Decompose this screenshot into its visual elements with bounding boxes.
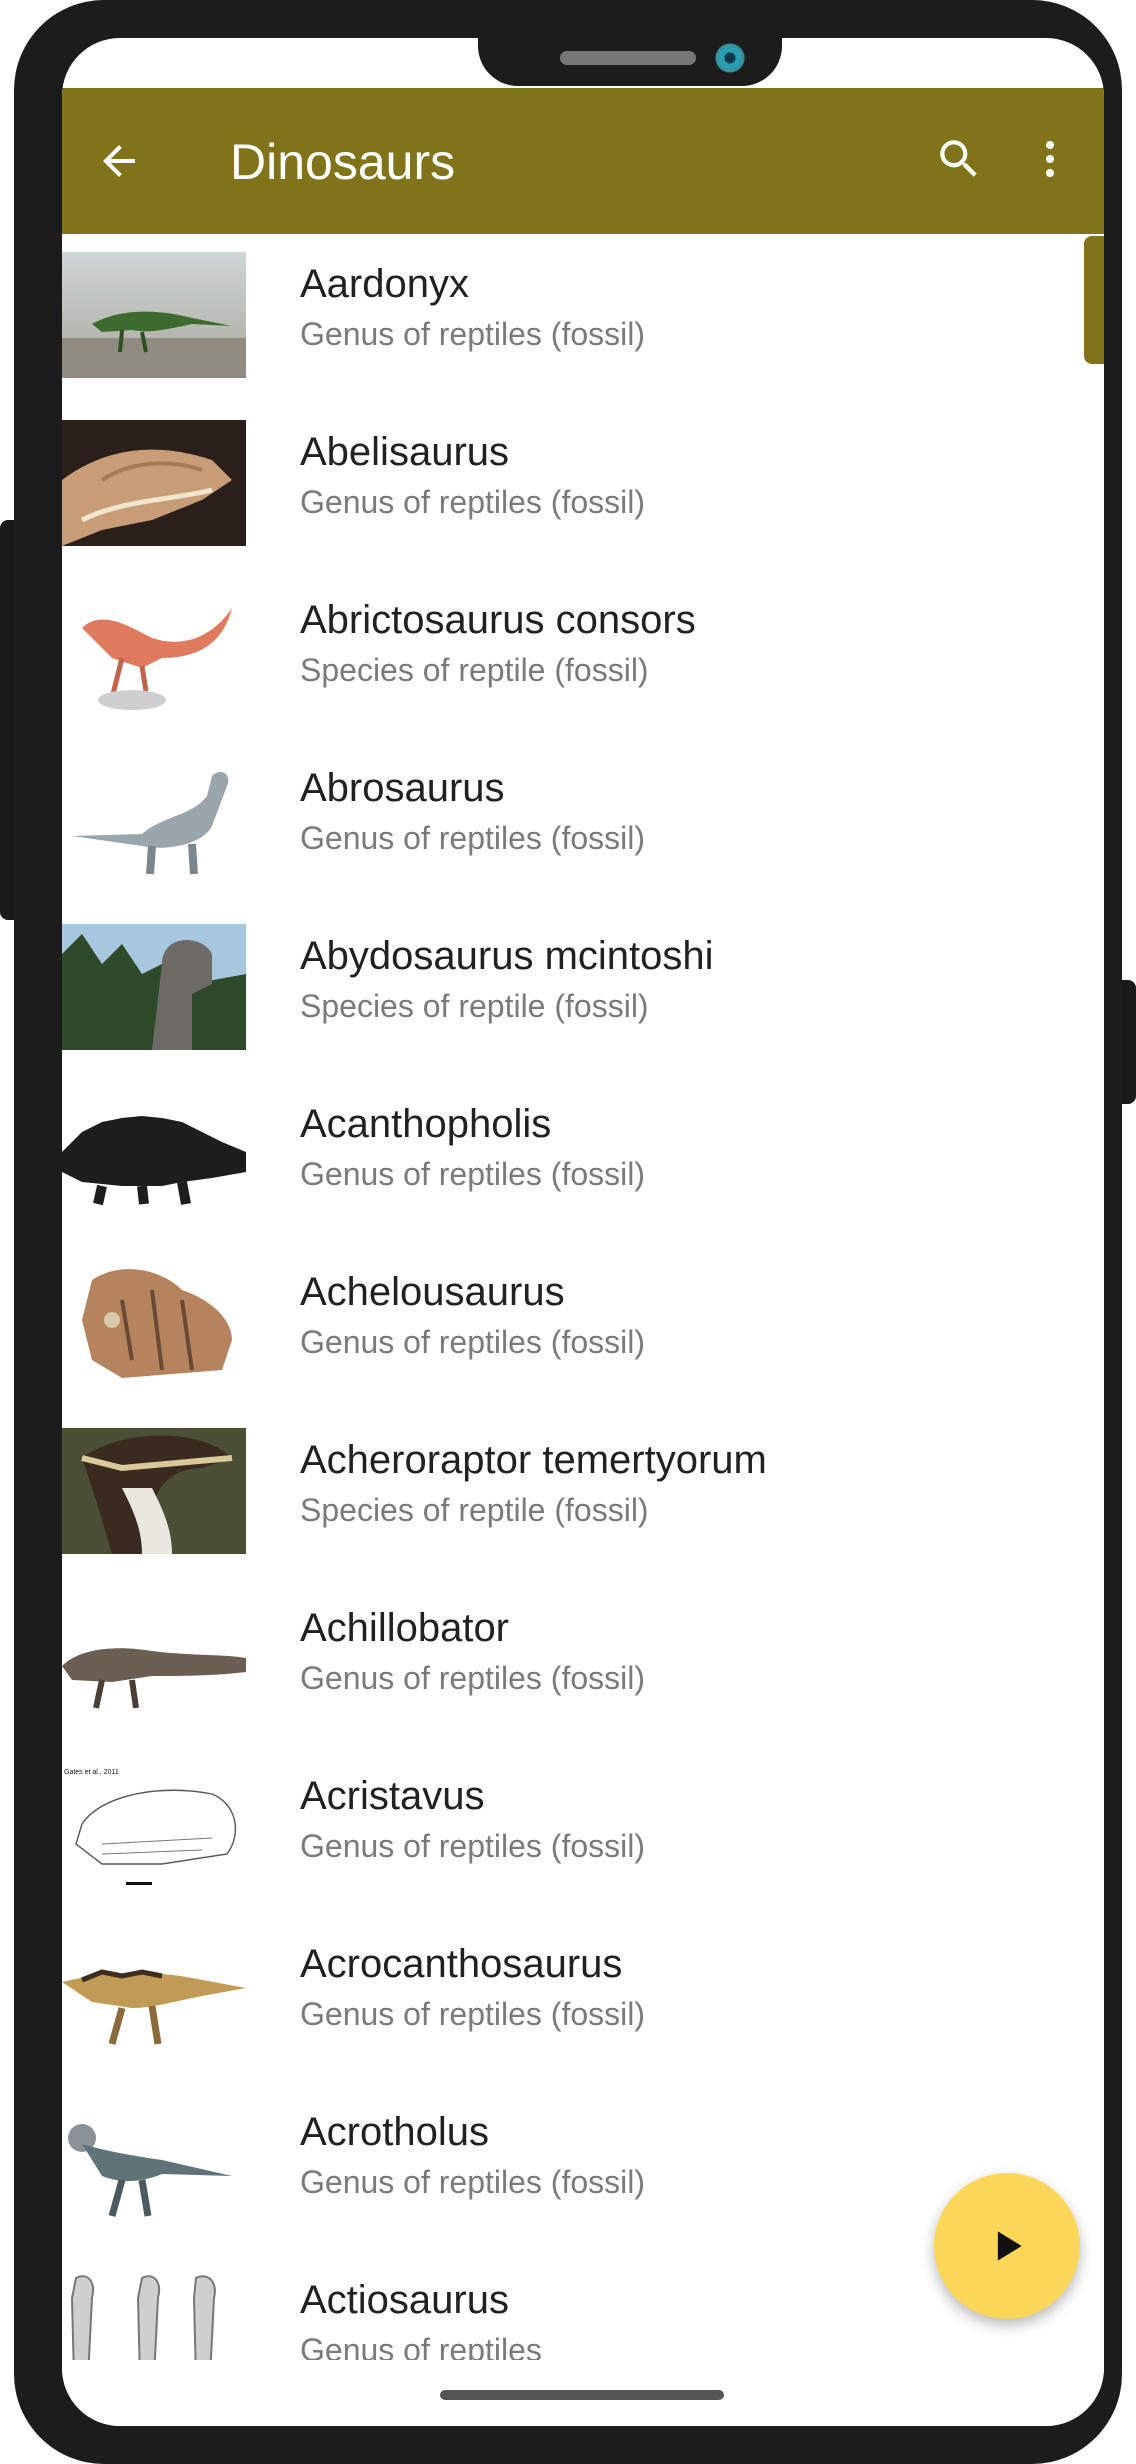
item-type: Genus of reptiles (fossil) bbox=[300, 316, 646, 352]
item-name: Actiosaurus bbox=[300, 2278, 509, 2322]
back-button[interactable] bbox=[84, 126, 154, 196]
item-type: Genus of reptiles (fossil) bbox=[300, 1996, 646, 2032]
item-name: Acrocanthosaurus bbox=[300, 1942, 623, 1986]
list-item[interactable]: Abrictosaurus consors Species of reptile… bbox=[62, 570, 1104, 738]
thumbnail-image bbox=[62, 1260, 246, 1386]
arrow-left-icon bbox=[103, 145, 135, 177]
item-name: Acanthopholis bbox=[300, 1102, 552, 1146]
notch bbox=[478, 38, 782, 86]
thumbnail-image bbox=[62, 924, 246, 1050]
search-button[interactable] bbox=[924, 124, 994, 194]
list-item[interactable]: Aardonyx Genus of reptiles (fossil) bbox=[62, 234, 1104, 402]
list-item[interactable]: Abelisaurus Genus of reptiles (fossil) bbox=[62, 402, 1104, 570]
thumbnail-image bbox=[62, 1932, 246, 2058]
front-camera bbox=[714, 42, 746, 74]
item-type: Species of reptile (fossil) bbox=[300, 1492, 649, 1528]
phone-frame: Dinosaurs Aardonyx Genus of reptiles (fo… bbox=[14, 0, 1122, 2464]
item-type: Species of reptile (fossil) bbox=[300, 652, 649, 688]
thumbnail-image bbox=[62, 2100, 246, 2226]
more-vertical-icon bbox=[1046, 141, 1054, 177]
thumbnail-image bbox=[62, 420, 246, 546]
item-name: Acristavus bbox=[300, 1774, 485, 1818]
earpiece-speaker bbox=[560, 51, 696, 65]
power-button bbox=[1120, 980, 1136, 1104]
thumbnail-image bbox=[62, 588, 246, 714]
screen: Dinosaurs Aardonyx Genus of reptiles (fo… bbox=[62, 38, 1104, 2426]
play-icon bbox=[997, 2231, 1022, 2261]
list-item[interactable]: Acrocanthosaurus Genus of reptiles (foss… bbox=[62, 1914, 1104, 2082]
list-item[interactable]: Abydosaurus mcintoshi Species of reptile… bbox=[62, 906, 1104, 1074]
thumbnail-image bbox=[62, 1596, 246, 1722]
list-item[interactable]: Achelousaurus Genus of reptiles (fossil) bbox=[62, 1242, 1104, 1410]
thumbnail-image bbox=[62, 756, 246, 882]
item-type: Genus of reptiles (fossil) bbox=[300, 1324, 646, 1360]
list-item[interactable]: Acanthopholis Genus of reptiles (fossil) bbox=[62, 1074, 1104, 1242]
item-name: Acrotholus bbox=[300, 2110, 489, 2154]
list-item[interactable]: Abrosaurus Genus of reptiles (fossil) bbox=[62, 738, 1104, 906]
item-type: Genus of reptiles (fossil) bbox=[300, 1828, 646, 1864]
item-type: Species of reptile (fossil) bbox=[300, 988, 649, 1024]
page-title: Dinosaurs bbox=[230, 134, 456, 190]
item-name: Achillobator bbox=[300, 1606, 510, 1650]
item-type: Genus of reptiles (fossil) bbox=[300, 2164, 646, 2200]
item-name: Abrictosaurus consors bbox=[300, 598, 696, 642]
item-name: Acheroraptor temertyorum bbox=[300, 1438, 767, 1482]
play-button[interactable] bbox=[934, 2173, 1080, 2319]
item-type: Genus of reptiles (fossil) bbox=[300, 1660, 646, 1696]
list-item[interactable]: Gates et al., 2011 Acristavus Genus of r… bbox=[62, 1746, 1104, 1914]
list-item[interactable]: Acheroraptor temertyorum Species of rept… bbox=[62, 1410, 1104, 1578]
thumbnail-caption: Gates et al., 2011 bbox=[64, 1769, 119, 1776]
thumbnail-image bbox=[62, 1092, 246, 1218]
thumbnail-image bbox=[62, 1428, 246, 1554]
item-name: Abelisaurus bbox=[300, 430, 510, 474]
gesture-handle[interactable] bbox=[440, 2390, 724, 2400]
item-type: Genus of reptiles (fossil) bbox=[300, 1156, 646, 1192]
search-icon bbox=[940, 140, 977, 177]
thumbnail-image bbox=[62, 252, 246, 378]
list-item[interactable]: Achillobator Genus of reptiles (fossil) bbox=[62, 1578, 1104, 1746]
thumbnail-image: Gates et al., 2011 bbox=[62, 1764, 246, 1890]
item-type: Genus of reptiles (fossil) bbox=[300, 484, 646, 520]
dinosaur-list: Aardonyx Genus of reptiles (fossil) Abel… bbox=[62, 234, 1104, 2404]
item-name: Abydosaurus mcintoshi bbox=[300, 934, 714, 978]
more-options-button[interactable] bbox=[1020, 124, 1080, 194]
app-bar: Dinosaurs bbox=[62, 88, 1104, 234]
item-name: Achelousaurus bbox=[300, 1270, 565, 1314]
item-type: Genus of reptiles (fossil) bbox=[300, 820, 646, 856]
item-name: Aardonyx bbox=[300, 262, 469, 306]
scrollbar-thumb[interactable] bbox=[1084, 236, 1104, 364]
item-name: Abrosaurus bbox=[300, 766, 505, 810]
